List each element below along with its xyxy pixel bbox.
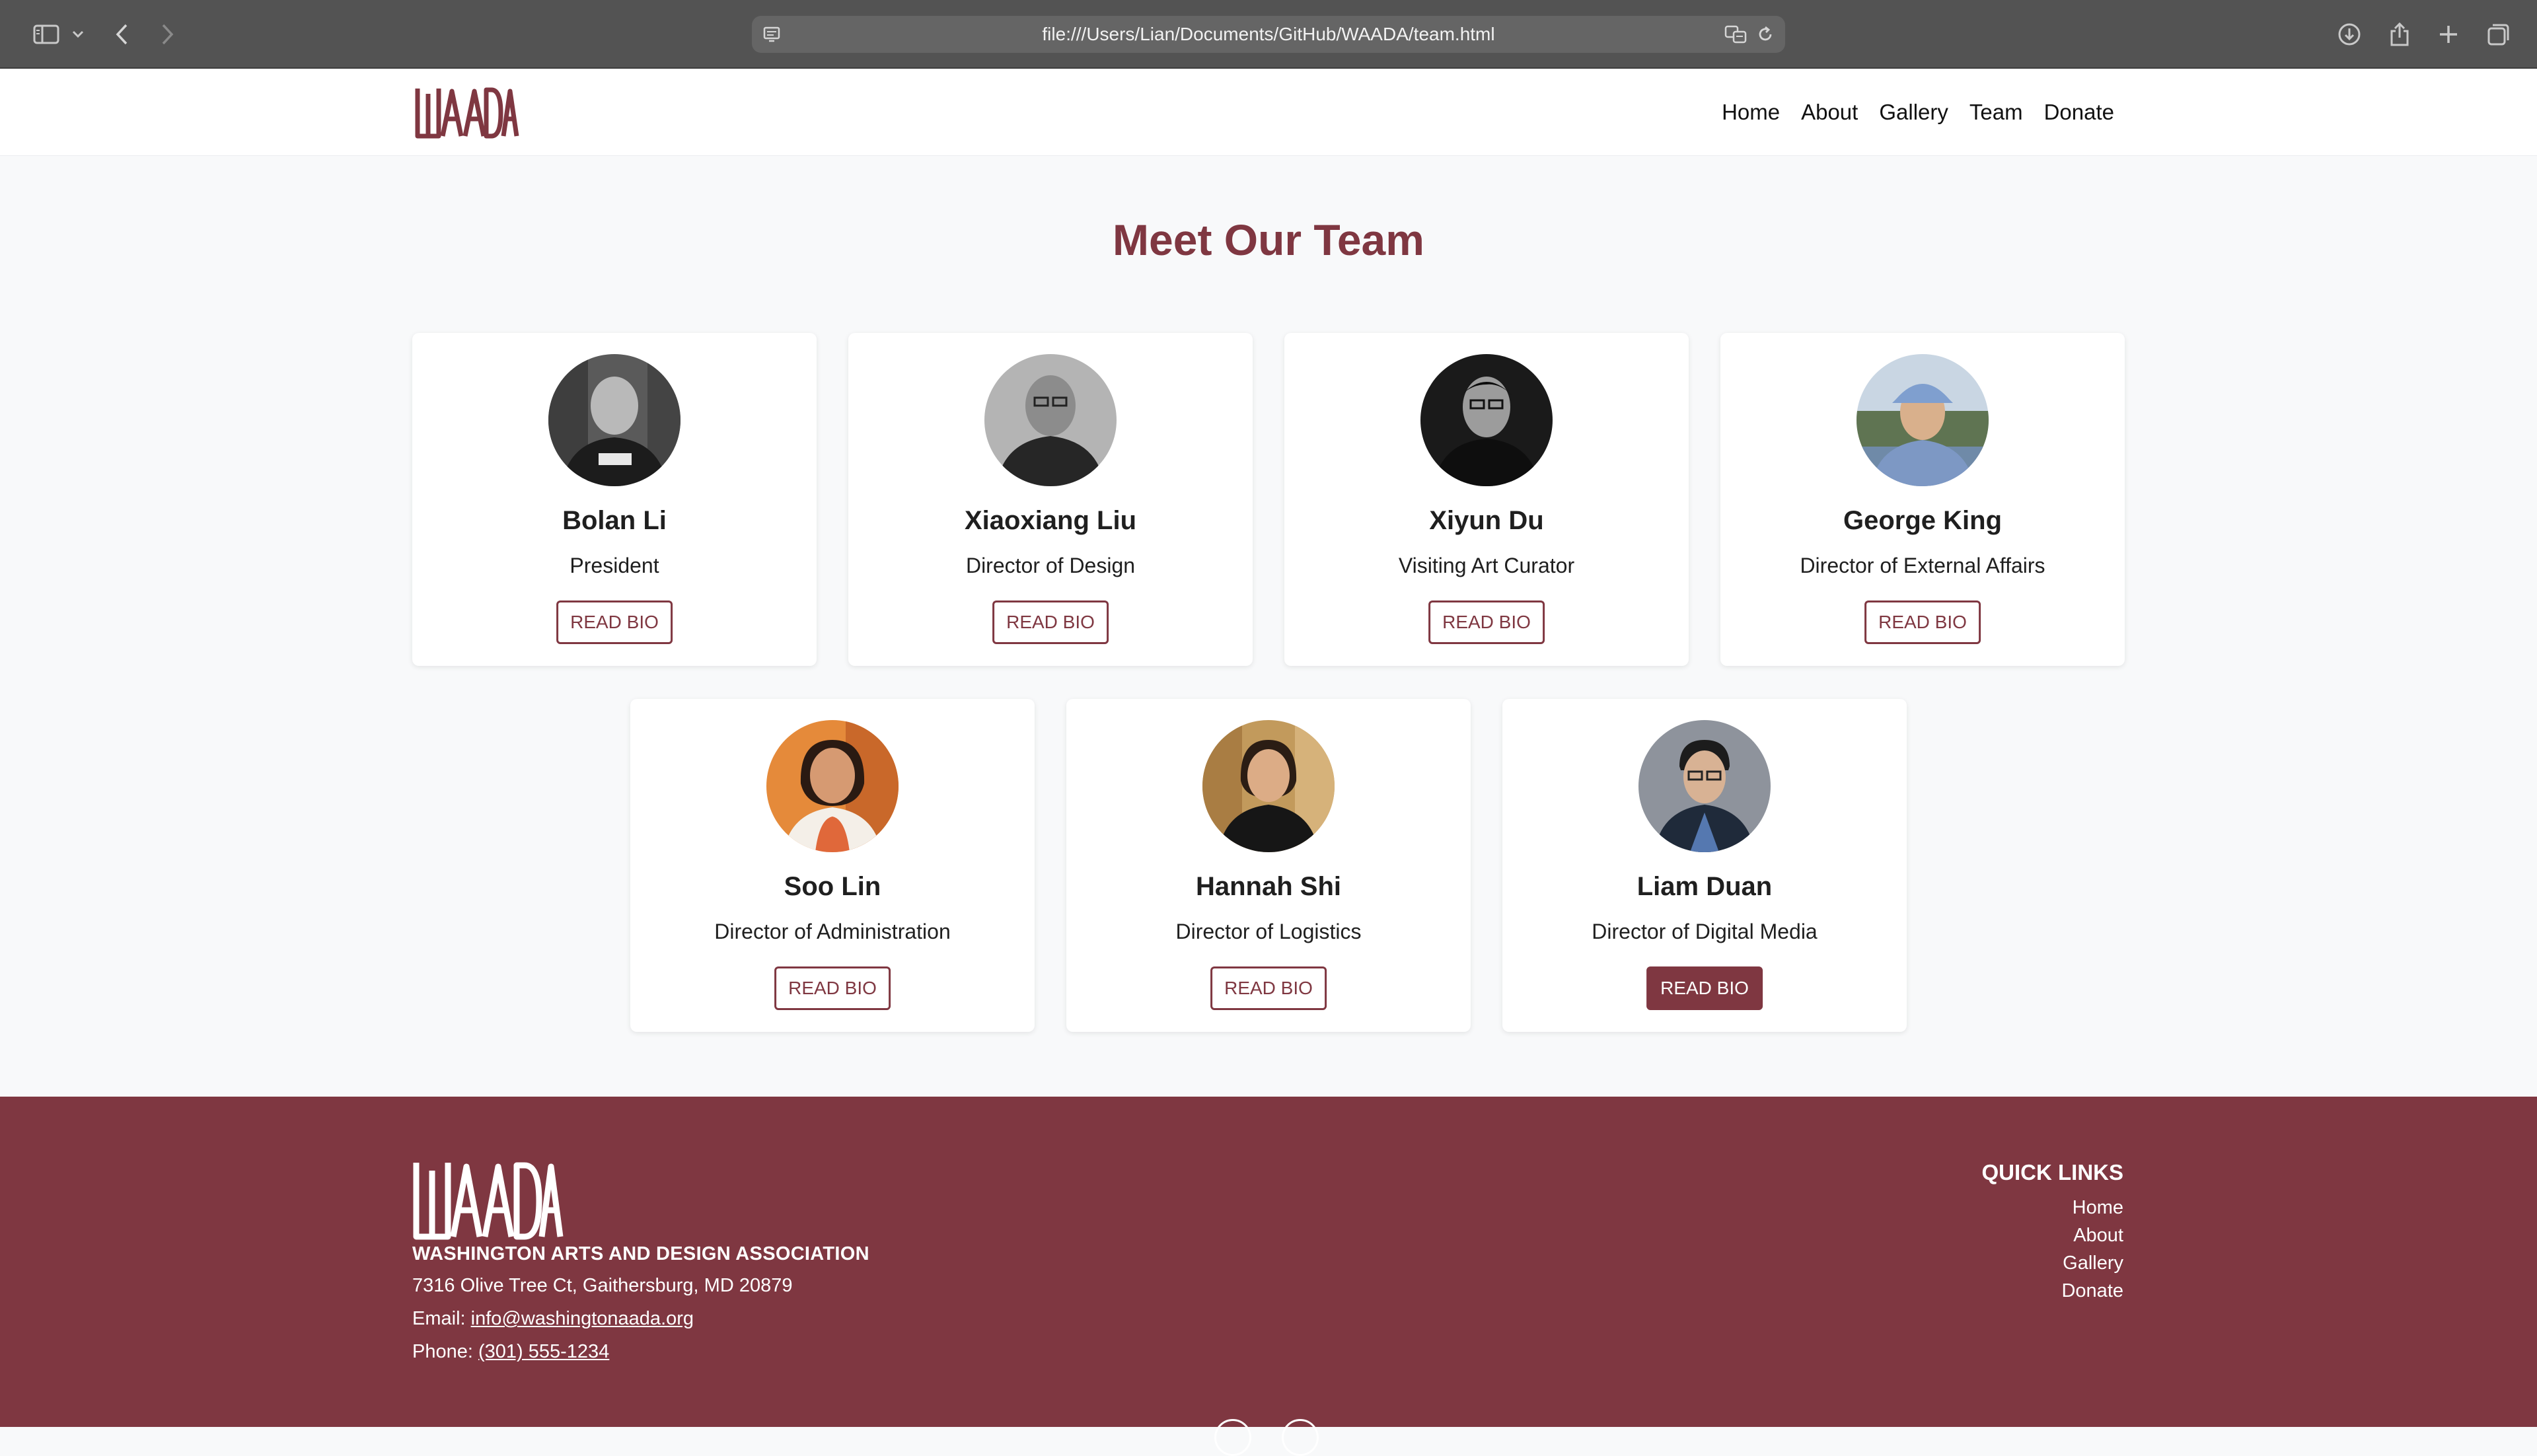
team-card: Bolan Li President READ BIO bbox=[412, 333, 817, 666]
email-link[interactable]: info@washingtonaada.org bbox=[471, 1308, 694, 1329]
member-role: Director of Administration bbox=[714, 920, 951, 943]
member-name: George King bbox=[1843, 506, 2003, 535]
team-card: Xiaoxiang Liu Director of Design READ BI… bbox=[848, 333, 1253, 666]
team-card: George King Director of External Affairs… bbox=[1720, 333, 2125, 666]
footer-link-gallery[interactable]: Gallery bbox=[2063, 1253, 2123, 1274]
avatar-photo bbox=[766, 720, 899, 852]
sidebar-toggle-icon[interactable] bbox=[26, 17, 66, 52]
quick-links-title: QUICK LINKS bbox=[1981, 1160, 2124, 1184]
phone-label: Phone: bbox=[412, 1341, 478, 1362]
avatar-photo bbox=[1202, 720, 1335, 852]
waada-footer-logo[interactable] bbox=[411, 1157, 566, 1245]
member-role: Director of External Affairs bbox=[1800, 554, 2045, 577]
avatar-photo bbox=[984, 354, 1117, 486]
member-role: Director of Logistics bbox=[1175, 920, 1362, 943]
read-bio-button[interactable]: READ BIO bbox=[1210, 966, 1327, 1010]
chevron-down-icon[interactable] bbox=[69, 17, 87, 52]
read-bio-button[interactable]: READ BIO bbox=[1864, 601, 1981, 644]
avatar-photo bbox=[1638, 720, 1771, 852]
member-name: Xiyun Du bbox=[1429, 506, 1544, 535]
downloads-icon[interactable] bbox=[2332, 17, 2367, 52]
quick-links: Home About Gallery Donate bbox=[2061, 1197, 2123, 1301]
avatar-photo bbox=[548, 354, 680, 486]
share-icon[interactable] bbox=[2382, 17, 2417, 52]
nav-gallery[interactable]: Gallery bbox=[1879, 100, 1948, 125]
team-card: Liam Duan Director of Digital Media READ… bbox=[1502, 699, 1907, 1032]
nav-about[interactable]: About bbox=[1801, 100, 1858, 125]
footer-link-donate[interactable]: Donate bbox=[2061, 1280, 2123, 1301]
email-line: Email: info@washingtonaada.org bbox=[412, 1308, 694, 1330]
member-role: Visiting Art Curator bbox=[1398, 554, 1575, 577]
read-bio-button[interactable]: READ BIO bbox=[774, 966, 891, 1010]
site-header: Home About Gallery Team Donate bbox=[0, 69, 2537, 156]
waada-logo[interactable] bbox=[414, 85, 519, 143]
member-name: Hannah Shi bbox=[1195, 872, 1342, 901]
new-tab-icon[interactable] bbox=[2431, 17, 2466, 52]
nav-home[interactable]: Home bbox=[1722, 100, 1780, 125]
team-card: Xiyun Du Visiting Art Curator READ BIO bbox=[1284, 333, 1689, 666]
reload-icon[interactable] bbox=[1756, 25, 1775, 48]
tab-overview-icon[interactable] bbox=[2482, 17, 2516, 52]
member-name: Bolan Li bbox=[562, 506, 667, 535]
member-name: Liam Duan bbox=[1636, 872, 1773, 901]
address: 7316 Olive Tree Ct, Gaithersburg, MD 208… bbox=[412, 1275, 793, 1296]
translate-icon[interactable] bbox=[1724, 24, 1748, 49]
page-icon bbox=[762, 25, 781, 48]
footer-link-about[interactable]: About bbox=[2073, 1225, 2123, 1246]
social-icon[interactable] bbox=[1282, 1419, 1319, 1456]
social-icon[interactable] bbox=[1214, 1419, 1251, 1456]
address-bar[interactable]: file:///Users/Lian/Documents/GitHub/WAAD… bbox=[752, 16, 1785, 53]
site-footer: WASHINGTON ARTS AND DESIGN ASSOCIATION 7… bbox=[0, 1097, 2537, 1456]
email-label: Email: bbox=[412, 1308, 471, 1329]
nav-donate[interactable]: Donate bbox=[2044, 100, 2114, 125]
team-card: Soo Lin Director of Administration READ … bbox=[630, 699, 1035, 1032]
back-arrow-icon[interactable] bbox=[107, 17, 136, 52]
read-bio-button[interactable]: READ BIO bbox=[556, 601, 673, 644]
phone-line: Phone: (301) 555-1234 bbox=[412, 1341, 609, 1363]
nav-team[interactable]: Team bbox=[1969, 100, 2023, 125]
member-role: President bbox=[570, 554, 659, 577]
org-name: WASHINGTON ARTS AND DESIGN ASSOCIATION bbox=[412, 1243, 869, 1264]
main-nav: Home About Gallery Team Donate bbox=[1722, 69, 2114, 156]
browser-toolbar: file:///Users/Lian/Documents/GitHub/WAAD… bbox=[0, 0, 2537, 69]
team-card: Hannah Shi Director of Logistics READ BI… bbox=[1066, 699, 1471, 1032]
read-bio-button[interactable]: READ BIO bbox=[1428, 601, 1545, 644]
member-name: Soo Lin bbox=[784, 872, 881, 901]
member-role: Director of Digital Media bbox=[1592, 920, 1818, 943]
read-bio-button[interactable]: READ BIO bbox=[1646, 966, 1763, 1010]
footer-link-home[interactable]: Home bbox=[2073, 1197, 2123, 1218]
forward-arrow-icon[interactable] bbox=[153, 17, 182, 52]
avatar-photo bbox=[1420, 354, 1553, 486]
url-text: file:///Users/Lian/Documents/GitHub/WAAD… bbox=[1042, 24, 1495, 44]
phone-link[interactable]: (301) 555-1234 bbox=[478, 1341, 609, 1362]
member-name: Xiaoxiang Liu bbox=[964, 506, 1137, 535]
avatar-photo bbox=[1857, 354, 1989, 486]
member-role: Director of Design bbox=[965, 554, 1136, 577]
read-bio-button[interactable]: READ BIO bbox=[992, 601, 1109, 644]
page-title: Meet Our Team bbox=[1113, 215, 1424, 264]
